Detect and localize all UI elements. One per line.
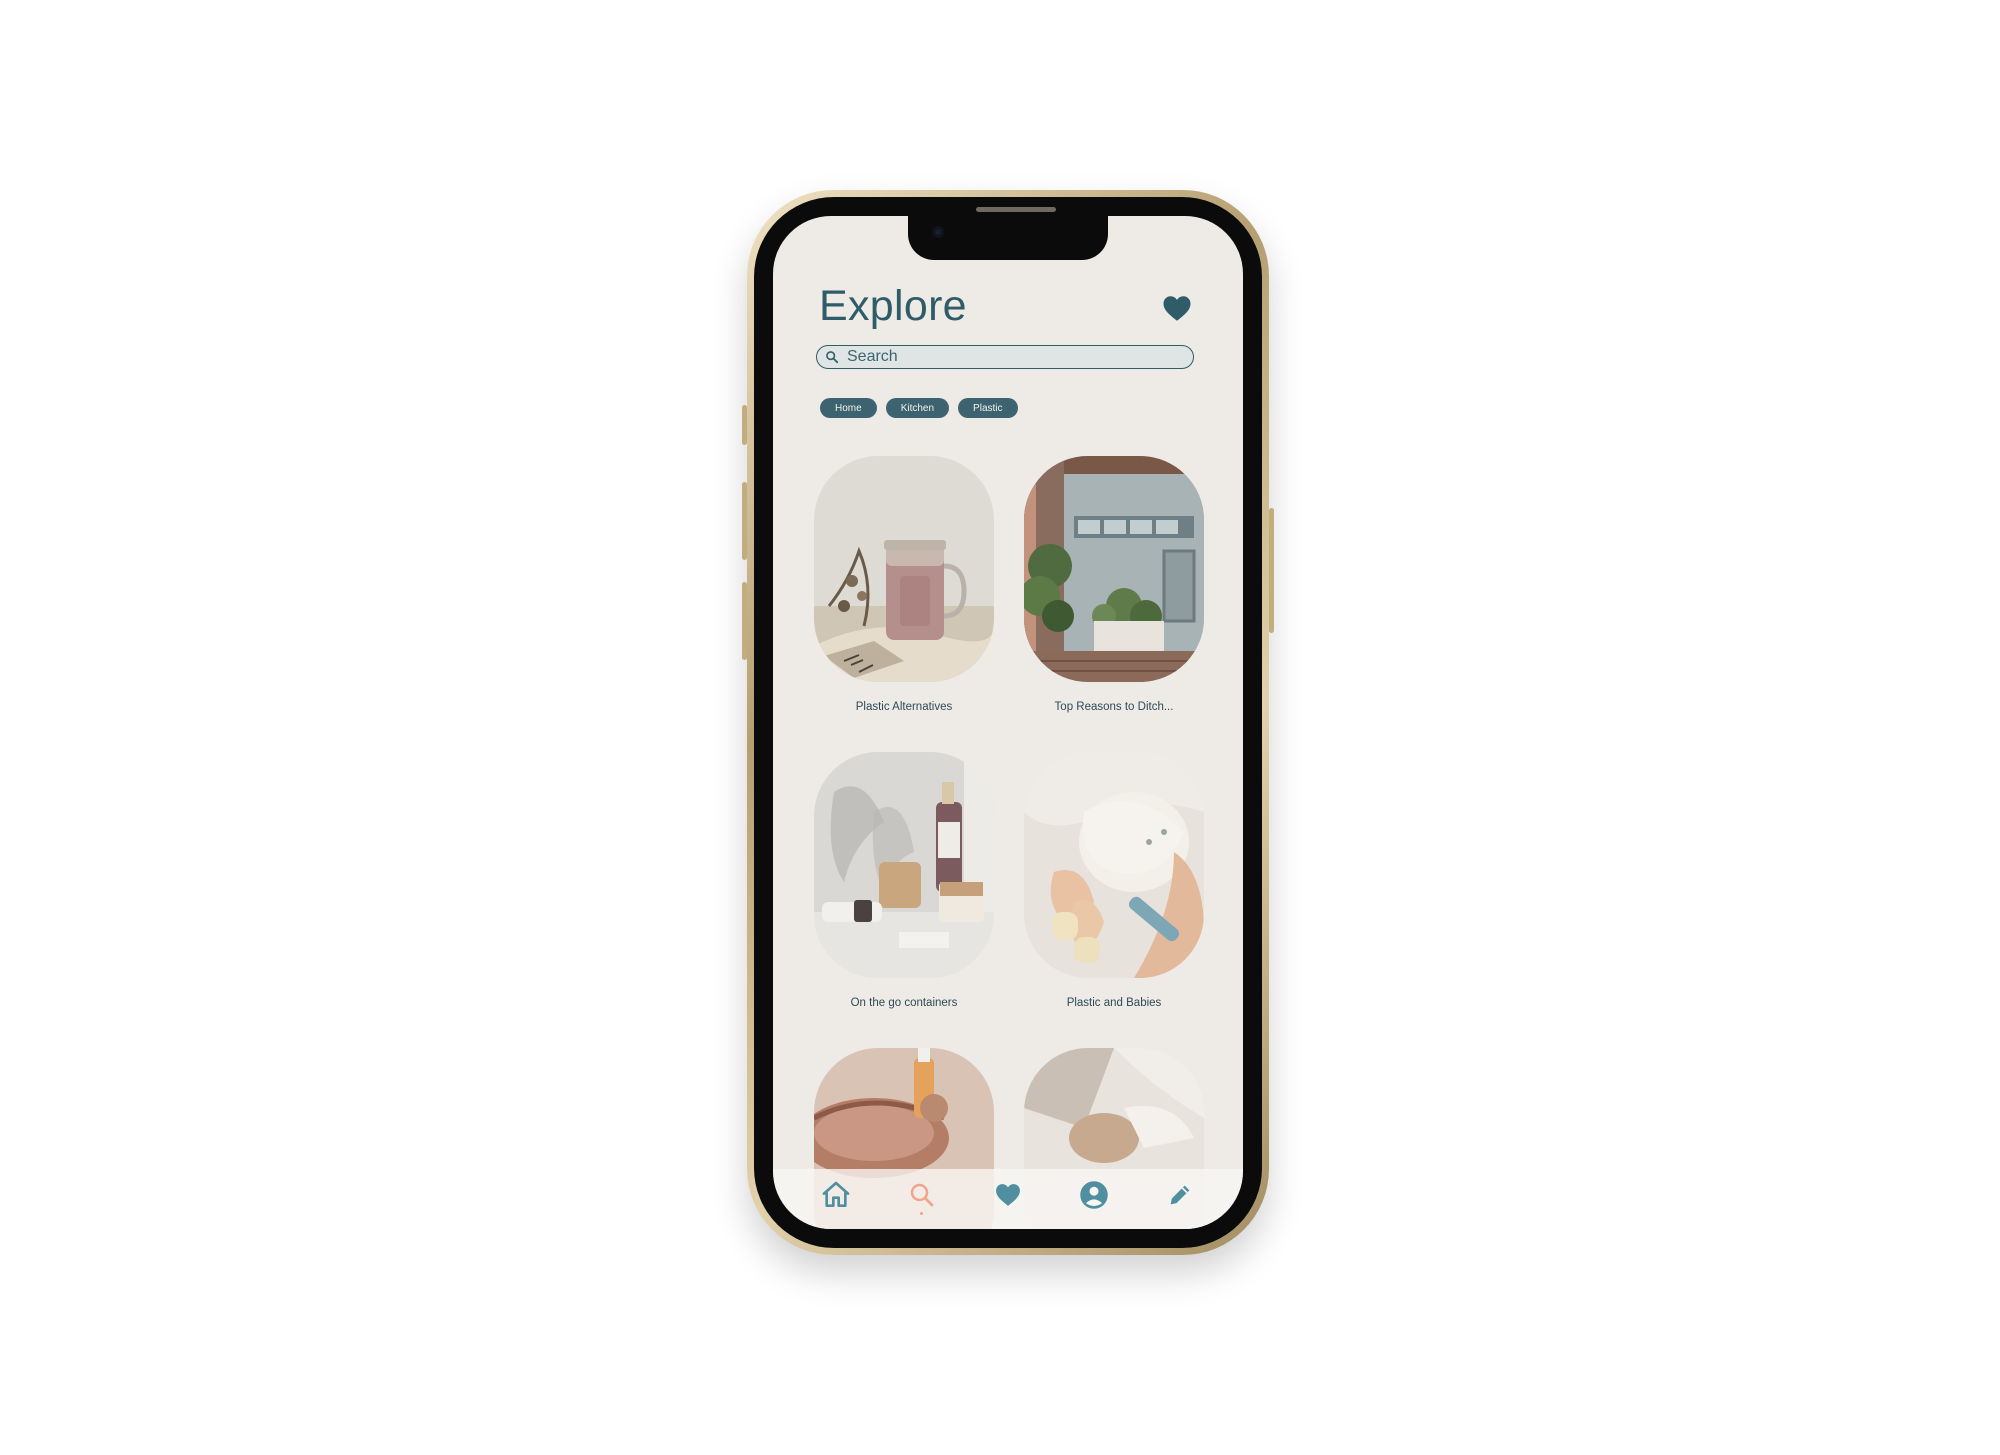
nav-home[interactable] (817, 1176, 855, 1214)
card-image (814, 456, 994, 682)
article-card[interactable]: Plastic and Babies (1024, 752, 1204, 1009)
volume-up-button (742, 482, 747, 560)
card-image (814, 752, 994, 978)
silent-switch (742, 405, 747, 445)
search-input[interactable] (845, 347, 1169, 367)
profile-icon (1080, 1181, 1108, 1209)
volume-down-button (742, 582, 747, 660)
active-indicator (920, 1212, 923, 1215)
app-screen: Explore Home Kitchen Plastic (773, 216, 1243, 1229)
article-card[interactable]: Top Reasons to Ditch... (1024, 456, 1204, 713)
search-icon (826, 351, 839, 364)
nav-profile[interactable] (1075, 1176, 1113, 1214)
article-card[interactable]: Plastic Alternatives (814, 456, 994, 713)
earpiece-speaker (976, 207, 1056, 212)
bottom-nav (773, 1169, 1243, 1229)
page-title: Explore (819, 282, 967, 330)
power-button (1269, 508, 1274, 633)
card-title: On the go containers (850, 997, 958, 1009)
chip-plastic[interactable]: Plastic (958, 398, 1018, 418)
chip-home[interactable]: Home (820, 398, 877, 418)
pencil-icon (1170, 1185, 1190, 1205)
card-image (1024, 456, 1204, 682)
article-card[interactable]: On the go containers (814, 752, 994, 1009)
card-image (1024, 752, 1204, 978)
nav-edit[interactable] (1161, 1176, 1199, 1214)
nav-search[interactable] (903, 1176, 941, 1215)
notch (908, 216, 1108, 260)
heart-icon[interactable] (1162, 295, 1192, 322)
card-title: Plastic Alternatives (855, 701, 953, 713)
search-bar[interactable] (816, 345, 1194, 369)
filter-chips: Home Kitchen Plastic (820, 398, 1018, 418)
home-icon (822, 1181, 850, 1207)
chip-kitchen[interactable]: Kitchen (885, 398, 950, 418)
phone-frame: Explore Home Kitchen Plastic (742, 190, 1274, 1255)
heart-icon (996, 1184, 1020, 1206)
card-title: Top Reasons to Ditch... (1054, 701, 1174, 713)
card-title: Plastic and Babies (1066, 997, 1162, 1009)
nav-favorites[interactable] (989, 1176, 1027, 1214)
search-icon (910, 1183, 934, 1207)
front-camera (932, 226, 944, 238)
